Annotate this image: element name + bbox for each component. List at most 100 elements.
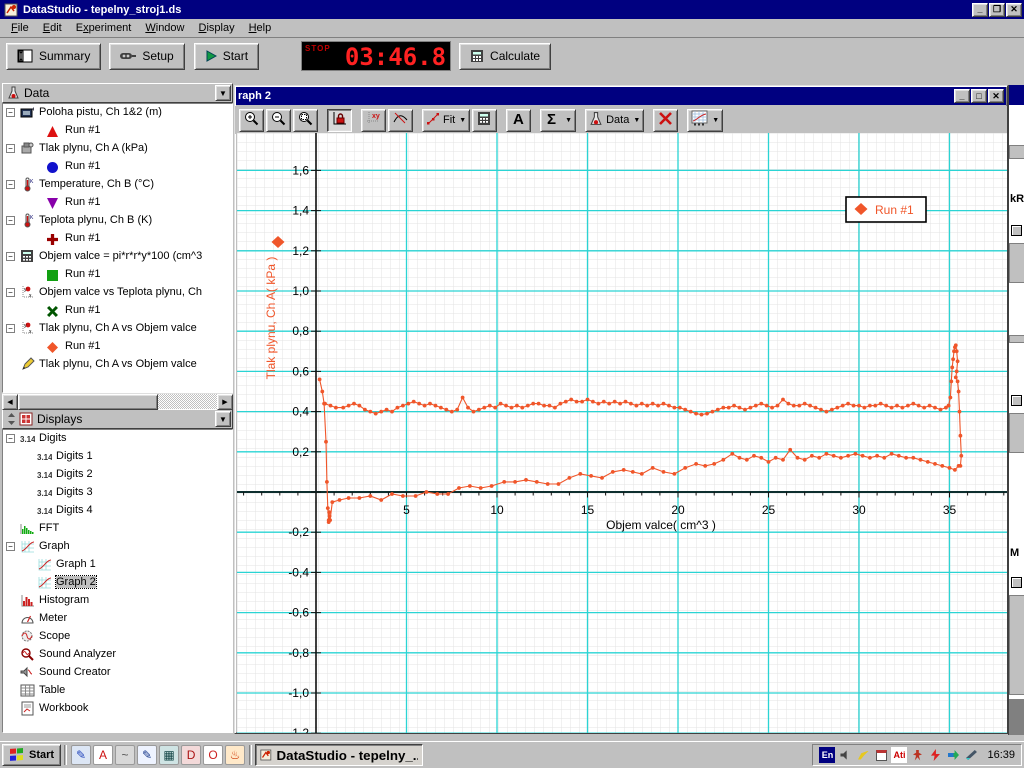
display-item-histogram[interactable]: Histogram bbox=[3, 592, 232, 610]
smart-tool-button[interactable]: xy bbox=[361, 109, 386, 132]
splitter-icon[interactable] bbox=[7, 412, 16, 426]
display-item-graph-1[interactable]: Graph 1 bbox=[3, 556, 232, 574]
volume-icon[interactable] bbox=[837, 747, 853, 763]
setup-button[interactable]: Setup bbox=[109, 43, 184, 70]
collapse-icon[interactable]: − bbox=[6, 288, 15, 297]
ati-icon[interactable]: Ati bbox=[891, 747, 907, 763]
display-item-graph[interactable]: −Graph bbox=[3, 538, 232, 556]
collapse-icon[interactable]: − bbox=[6, 180, 15, 189]
collapse-icon[interactable]: − bbox=[6, 434, 15, 443]
data-item[interactable]: −KTemperature, Ch B (°C) bbox=[3, 176, 232, 194]
data-run-item[interactable]: Run #1 bbox=[3, 266, 232, 284]
menu-help[interactable]: Help bbox=[242, 20, 279, 36]
graph-settings-button[interactable]: ▼ bbox=[687, 109, 723, 132]
collapse-icon[interactable]: − bbox=[6, 144, 15, 153]
data-item[interactable]: Tlak plynu, Ch A vs Objem valce bbox=[3, 356, 232, 374]
y-tick-label: 0,4 bbox=[292, 405, 309, 419]
minimize-button[interactable]: _ bbox=[972, 3, 988, 17]
chart-area[interactable]: 1,61,41,21,00,80,60,40,2-0,2-0,4-0,6-0,8… bbox=[237, 133, 1007, 733]
fit-dropdown[interactable]: Fit▼ bbox=[422, 109, 470, 132]
scroll-left-icon[interactable]: ◀ bbox=[2, 394, 18, 410]
display-item-digits-4[interactable]: 3.14Digits 4 bbox=[3, 502, 232, 520]
data-run-item[interactable]: Run #1 bbox=[3, 158, 232, 176]
language-indicator[interactable]: En bbox=[819, 747, 835, 763]
display-item-graph-2[interactable]: Graph 2 bbox=[3, 574, 232, 592]
graph-maximize-button[interactable]: □ bbox=[971, 89, 987, 103]
menu-file[interactable]: File bbox=[4, 20, 36, 36]
quicklaunch-flame-icon[interactable]: ♨ bbox=[225, 745, 245, 765]
data-pane-dropdown[interactable]: ▼ bbox=[215, 85, 231, 101]
graph-close-button[interactable]: ✕ bbox=[988, 89, 1004, 103]
display-item-workbook[interactable]: Workbook bbox=[3, 700, 232, 718]
quicklaunch-bird-icon[interactable]: ~ bbox=[115, 745, 135, 765]
collapse-icon[interactable]: − bbox=[6, 216, 15, 225]
menu-experiment[interactable]: Experiment bbox=[69, 20, 139, 36]
data-run-item[interactable]: Run #1 bbox=[3, 338, 232, 356]
menu-display[interactable]: Display bbox=[192, 20, 242, 36]
data-item[interactable]: −Poloha pistu, Ch 1&2 (m) bbox=[3, 104, 232, 122]
quicklaunch-calculator-icon[interactable]: ▦ bbox=[159, 745, 179, 765]
data-item[interactable]: −yxObjem valce vs Teplota plynu, Ch bbox=[3, 284, 232, 302]
data-item[interactable]: −Tlak plynu, Ch A (kPa) bbox=[3, 140, 232, 158]
displays-pane-dropdown[interactable]: ▼ bbox=[215, 411, 231, 427]
scroll-right-icon[interactable]: ▶ bbox=[217, 394, 233, 410]
legend[interactable]: Run #1 bbox=[846, 197, 926, 222]
quicklaunch-notes-icon[interactable]: ✎ bbox=[71, 745, 91, 765]
quicklaunch-opera-icon[interactable]: O bbox=[203, 745, 223, 765]
display-item-table[interactable]: Table bbox=[3, 682, 232, 700]
display-item-digits[interactable]: −3.14Digits bbox=[3, 430, 232, 448]
display-item-sound-creator[interactable]: Sound Creator bbox=[3, 664, 232, 682]
start-button[interactable]: Start bbox=[194, 43, 259, 70]
display-item-digits-1[interactable]: 3.14Digits 1 bbox=[3, 448, 232, 466]
quicklaunch-dragon-icon[interactable]: D bbox=[181, 745, 201, 765]
lightning-icon[interactable] bbox=[927, 747, 943, 763]
restore-button[interactable]: ❐ bbox=[989, 3, 1005, 17]
text-tool-button[interactable]: A bbox=[506, 109, 531, 132]
pen-tray-icon[interactable] bbox=[963, 747, 979, 763]
sync-icon[interactable] bbox=[945, 747, 961, 763]
display-item-fft[interactable]: FFT bbox=[3, 520, 232, 538]
scheduler-icon[interactable] bbox=[873, 747, 889, 763]
display-item-digits-2[interactable]: 3.14Digits 2 bbox=[3, 466, 232, 484]
collapse-icon[interactable]: − bbox=[6, 542, 15, 551]
scroll-thumb[interactable] bbox=[18, 394, 158, 410]
antivirus-icon[interactable] bbox=[909, 747, 925, 763]
slope-tool-button[interactable] bbox=[388, 109, 413, 132]
data-tree-hscrollbar[interactable]: ◀ ▶ bbox=[2, 393, 233, 409]
delete-button[interactable] bbox=[653, 109, 678, 132]
collapse-icon[interactable]: − bbox=[6, 108, 15, 117]
graph2-titlebar[interactable]: raph 2 _ □ ✕ bbox=[236, 87, 1006, 105]
data-item[interactable]: −yxTlak plynu, Ch A vs Objem valce bbox=[3, 320, 232, 338]
data-dropdown[interactable]: Data▼ bbox=[585, 109, 644, 132]
summary-button[interactable]: Summary bbox=[6, 43, 101, 70]
data-run-item[interactable]: Run #1 bbox=[3, 122, 232, 140]
close-button[interactable]: ✕ bbox=[1006, 3, 1022, 17]
timer-value: 03:46.8 bbox=[345, 43, 446, 71]
quicklaunch-pen-icon[interactable]: ✎ bbox=[137, 745, 157, 765]
display-item-digits-3[interactable]: 3.14Digits 3 bbox=[3, 484, 232, 502]
data-run-item[interactable]: Run #1 bbox=[3, 302, 232, 320]
graph-minimize-button[interactable]: _ bbox=[954, 89, 970, 103]
zoom-in-button[interactable] bbox=[239, 109, 264, 132]
calculate-button[interactable]: = Calculate bbox=[459, 43, 551, 70]
data-run-item[interactable]: Run #1 bbox=[3, 194, 232, 212]
data-run-item[interactable]: Run #1 bbox=[3, 230, 232, 248]
menu-edit[interactable]: Edit bbox=[36, 20, 69, 36]
start-menu-button[interactable]: Start bbox=[2, 744, 61, 766]
menu-window[interactable]: Window bbox=[138, 20, 191, 36]
brush-icon[interactable] bbox=[855, 747, 871, 763]
data-item[interactable]: −Objem valce = pi*r*r*y*100 (cm^3 bbox=[3, 248, 232, 266]
zoom-select-button[interactable] bbox=[293, 109, 318, 132]
collapse-icon[interactable]: − bbox=[6, 324, 15, 333]
calculate-button[interactable] bbox=[472, 109, 497, 132]
collapse-icon[interactable]: − bbox=[6, 252, 15, 261]
scale-to-fit-button[interactable] bbox=[327, 109, 352, 132]
data-item[interactable]: −KTeplota plynu, Ch B (K) bbox=[3, 212, 232, 230]
display-item-meter[interactable]: Meter bbox=[3, 610, 232, 628]
display-item-scope[interactable]: Scope bbox=[3, 628, 232, 646]
display-item-sound-analyzer[interactable]: Sound Analyzer bbox=[3, 646, 232, 664]
quicklaunch-acrobat-icon[interactable]: A bbox=[93, 745, 113, 765]
datastudio-task-button[interactable]: DataStudio - tepelny_... bbox=[255, 744, 423, 766]
statistics-button[interactable]: Σ▼ bbox=[540, 109, 576, 132]
zoom-out-button[interactable] bbox=[266, 109, 291, 132]
